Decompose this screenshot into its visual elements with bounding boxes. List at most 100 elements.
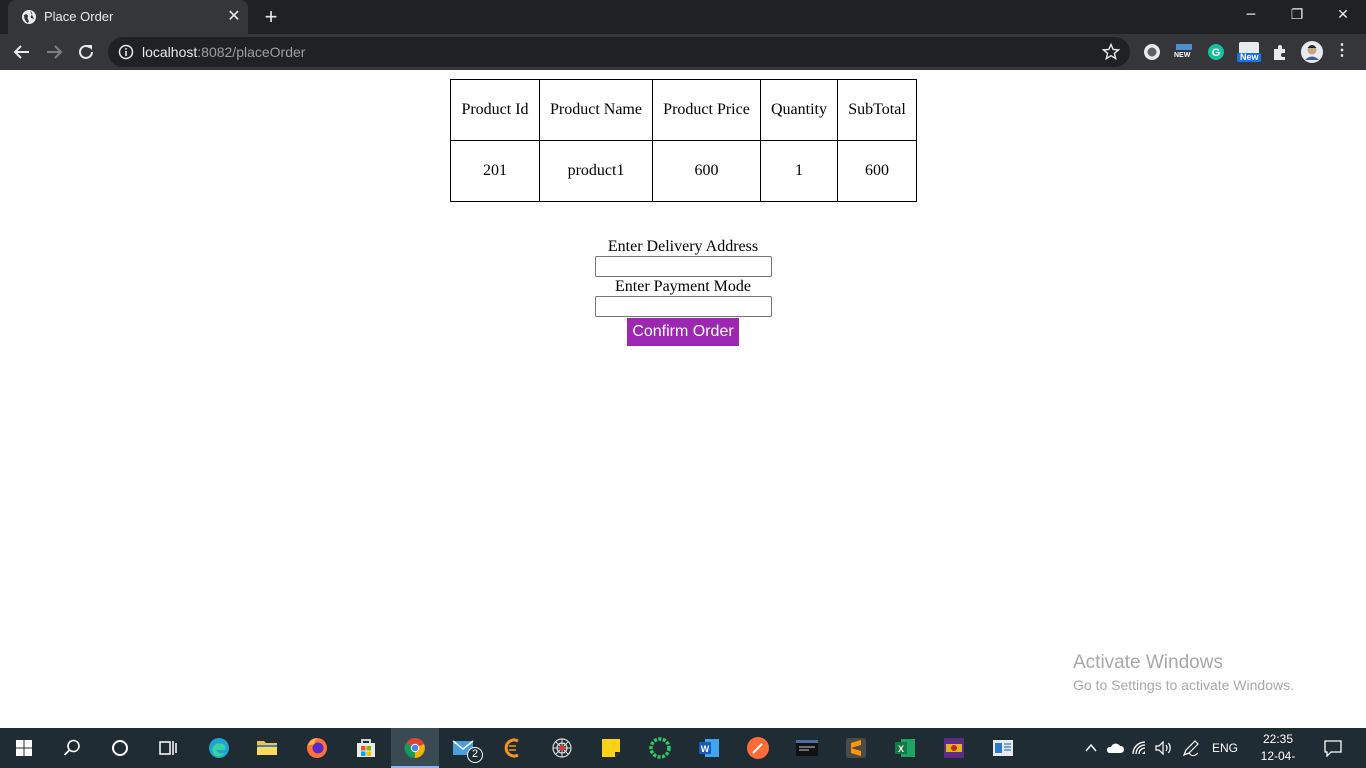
svg-text:G: G [1212, 47, 1221, 59]
action-center-button[interactable] [1322, 728, 1344, 768]
taskbar-chrome[interactable] [391, 728, 439, 768]
edge-browser-icon [209, 738, 229, 758]
taskbar-firefox[interactable] [293, 728, 341, 768]
site-info-icon[interactable] [118, 44, 134, 60]
network-tray-button[interactable] [1131, 728, 1151, 768]
column-header: Product Id [450, 79, 540, 141]
postman-icon [747, 737, 769, 759]
cortana-circle-icon [112, 740, 128, 756]
show-hidden-icons-button[interactable] [1082, 728, 1100, 768]
language-indicator[interactable]: ENG [1210, 728, 1240, 768]
word-icon: W [699, 739, 719, 757]
bookmark-star-icon[interactable] [1102, 43, 1120, 61]
taskbar-store[interactable] [342, 728, 390, 768]
onedrive-tray-button[interactable] [1105, 728, 1125, 768]
browser-menu-icon[interactable]: ⋮ [1334, 42, 1350, 62]
column-header: SubTotal [837, 79, 917, 141]
profile-avatar-icon[interactable] [1301, 41, 1323, 63]
url-host: localhost [142, 44, 198, 60]
taskbar-postman[interactable] [734, 728, 782, 768]
globe-icon [22, 10, 36, 24]
volume-tray-button[interactable] [1154, 728, 1174, 768]
url-text: localhost:8082/placeOrder [142, 44, 305, 60]
mail-unread-badge: 2 [467, 747, 483, 763]
windows-logo-icon [16, 740, 32, 756]
taskbar-mail[interactable]: 2 [440, 728, 488, 768]
extension-new-badge-2: New [1240, 52, 1259, 62]
taskbar-clock[interactable]: 22:35 12-04-2021 [1248, 731, 1308, 768]
excel-icon: X [895, 739, 915, 757]
extension-new-badge: NEW [1174, 52, 1191, 59]
browser-tab-bar: Place Order ✕ + ─ ❐ ✕ [0, 0, 1366, 34]
table-row: 201 product1 600 1 600 [450, 140, 917, 202]
taskbar-search-button[interactable] [48, 728, 96, 768]
restore-icon[interactable]: ❐ [1274, 0, 1320, 30]
store-bag-icon [357, 739, 375, 757]
svg-text:X: X [898, 744, 904, 754]
window-close-icon[interactable]: ✕ [1320, 0, 1366, 30]
svg-text:W: W [701, 744, 710, 754]
app-window-icon [993, 740, 1013, 756]
delivery-address-label: Enter Delivery Address [607, 238, 759, 255]
extension-new-icon[interactable]: NEW [1174, 42, 1194, 62]
folder-icon [257, 741, 277, 755]
url-path: :8082/placeOrder [197, 44, 306, 60]
chevron-up-icon [1085, 743, 1097, 752]
extension-s-icon[interactable]: New [1237, 42, 1261, 62]
eclipse-icon [504, 738, 519, 758]
task-view-button[interactable] [144, 728, 192, 768]
taskbar-game-app[interactable] [930, 728, 978, 768]
notification-icon [1324, 740, 1342, 757]
confirm-order-button[interactable]: Confirm Order [627, 318, 739, 346]
taskbar-mysql-shell[interactable] [783, 728, 831, 768]
taskbar-excel[interactable]: X [881, 728, 929, 768]
tab-title: Place Order [44, 9, 114, 24]
taskbar-window-app[interactable] [979, 728, 1027, 768]
new-tab-button[interactable]: + [260, 6, 282, 28]
cell-product-price: 600 [652, 140, 761, 202]
puzzle-extensions-icon[interactable] [1270, 42, 1290, 62]
browser-toolbar: localhost:8082/placeOrder NEW G New ⋮ [0, 34, 1366, 70]
clock-time: 22:35 [1262, 732, 1294, 746]
watermark-subtitle: Go to Settings to activate Windows. [1073, 677, 1294, 693]
payment-mode-input[interactable] [594, 296, 772, 317]
cell-product-id: 201 [450, 140, 540, 202]
terminal-icon [796, 740, 818, 756]
back-arrow-icon[interactable] [11, 41, 33, 63]
column-header: Product Price [652, 79, 761, 141]
taskbar-eclipse[interactable] [489, 728, 537, 768]
close-tab-icon[interactable]: ✕ [225, 8, 243, 26]
column-header: Product Name [539, 79, 653, 141]
taskbar-sublime[interactable] [832, 728, 880, 768]
taskbar-circle-app[interactable] [636, 728, 684, 768]
firefox-icon [307, 738, 327, 758]
task-view-icon [159, 741, 177, 755]
spider-web-icon [552, 738, 572, 758]
sublime-text-icon [846, 738, 866, 758]
watermark-title: Activate Windows [1073, 652, 1223, 673]
address-bar[interactable]: localhost:8082/placeOrder [108, 37, 1130, 67]
tab-place-order[interactable]: Place Order ✕ [8, 0, 248, 34]
game-logo-icon [944, 738, 964, 758]
clock-date: 12-04-2021 [1260, 749, 1296, 768]
start-button[interactable] [0, 728, 48, 768]
record-extension-icon[interactable] [1142, 42, 1162, 62]
pen-icon [1182, 740, 1199, 757]
taskbar-word[interactable]: W [685, 728, 733, 768]
pen-workspace-button[interactable] [1181, 728, 1201, 768]
green-ring-icon [649, 737, 671, 759]
cortana-button[interactable] [96, 728, 144, 768]
reload-icon[interactable] [75, 41, 97, 63]
taskbar-edge[interactable] [195, 728, 243, 768]
order-table: Product Id Product Name Product Price Qu… [450, 79, 917, 202]
forward-arrow-icon[interactable] [43, 41, 65, 63]
taskbar-spider-app[interactable] [538, 728, 586, 768]
delivery-address-input[interactable] [594, 256, 772, 277]
taskbar-file-explorer[interactable] [243, 728, 291, 768]
payment-mode-label: Enter Payment Mode [615, 278, 751, 295]
grammarly-icon[interactable]: G [1206, 42, 1226, 62]
taskbar-sticky-notes[interactable] [587, 728, 635, 768]
activate-windows-watermark: Activate Windows Go to Settings to activ… [1073, 651, 1294, 695]
minimize-icon[interactable]: ─ [1228, 0, 1274, 30]
column-header: Quantity [760, 79, 838, 141]
